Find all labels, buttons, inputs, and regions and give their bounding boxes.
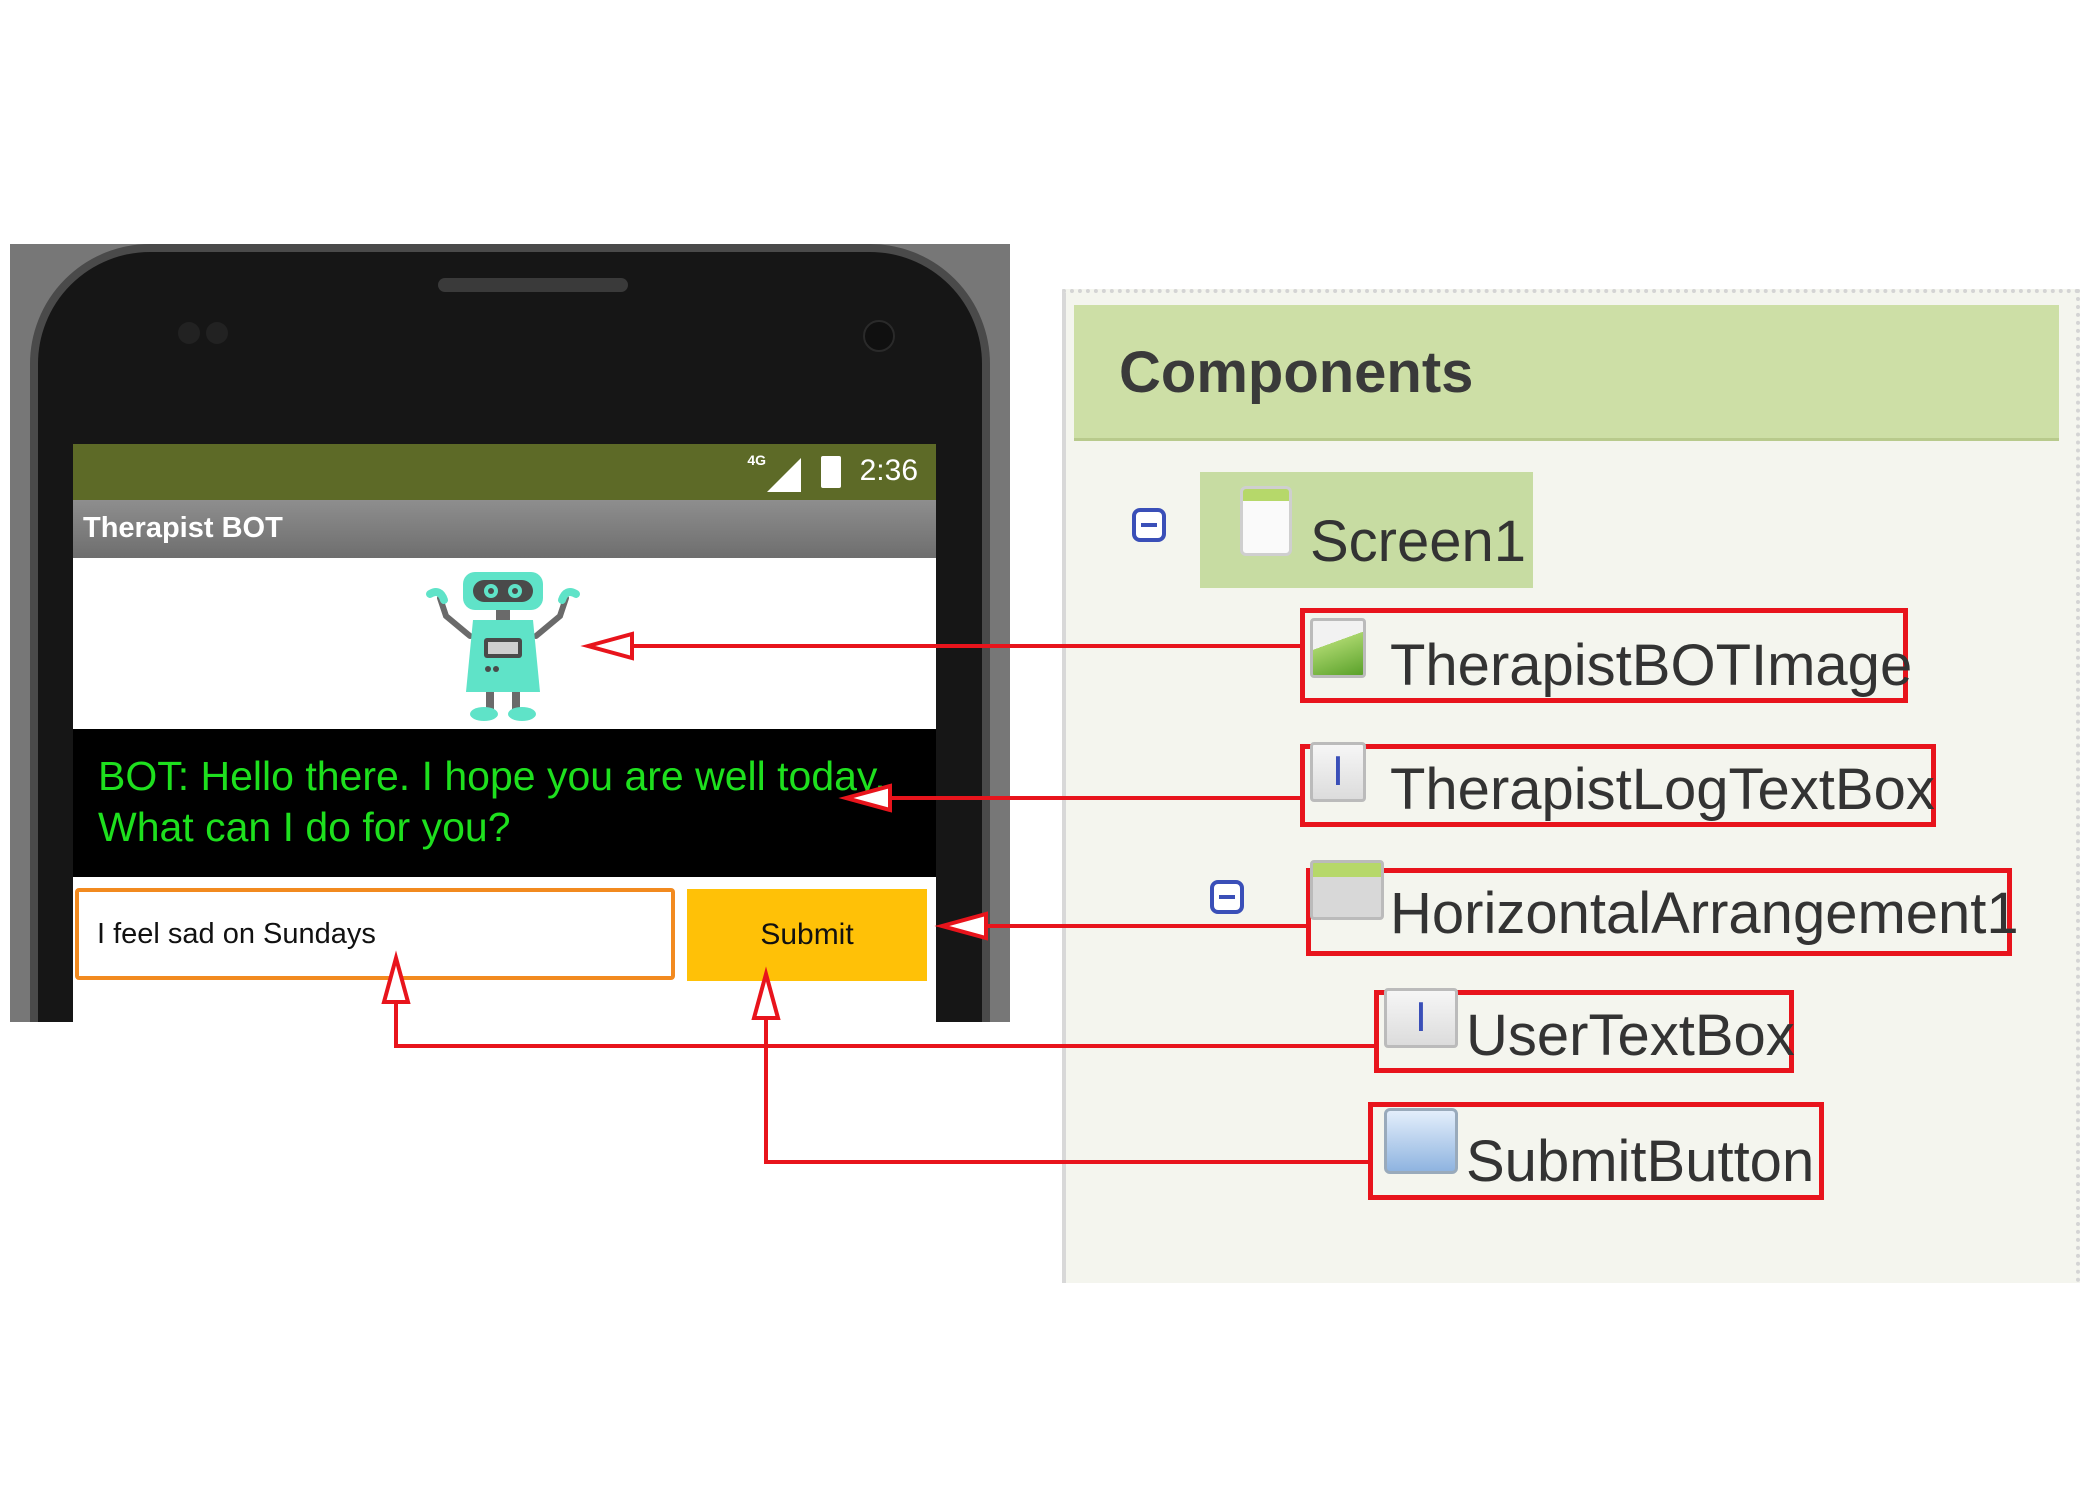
tree-item-label: TherapistBOTImage: [1390, 633, 1913, 698]
collapse-screen1-icon[interactable]: [1132, 508, 1166, 542]
status-time: 2:36: [859, 454, 918, 487]
signal-icon: [767, 458, 801, 492]
network-type-label: 4G: [747, 452, 766, 468]
textbox-icon: I: [1310, 742, 1366, 802]
therapist-bot-image: [73, 558, 936, 729]
bot-message: BOT: Hello there. I hope you are well to…: [98, 753, 886, 850]
image-icon: [1310, 618, 1366, 678]
tree-item-label: Screen1: [1310, 509, 1527, 574]
user-textbox[interactable]: [75, 888, 675, 980]
therapist-log-textbox: BOT: Hello there. I hope you are well to…: [73, 729, 936, 877]
app-title-bar: Therapist BOT: [73, 500, 936, 558]
button-icon: [1384, 1108, 1458, 1174]
tree-item-label: HorizontalArrangement1: [1390, 881, 2019, 946]
robot-icon: [426, 572, 580, 721]
tree-item-label: UserTextBox: [1466, 1003, 1795, 1068]
tree-item-label: TherapistLogTextBox: [1390, 757, 1935, 822]
app-title: Therapist BOT: [83, 512, 283, 544]
horizontal-arrangement-icon: [1310, 860, 1384, 920]
phone-camera-icon: [863, 320, 895, 352]
phone-screen: 4G 2:36 Therapist BOT BOT: Hello there. …: [73, 444, 936, 1022]
screen-icon: [1240, 486, 1292, 556]
submit-button[interactable]: Submit: [687, 889, 927, 981]
phone-sensor-icon: [206, 322, 228, 344]
components-title: Components: [1119, 340, 1474, 405]
status-bar: 4G 2:36: [73, 444, 936, 500]
battery-icon: [821, 456, 841, 488]
components-header: Components: [1074, 305, 2059, 441]
phone-speaker: [438, 278, 628, 292]
phone-mockup: 4G 2:36 Therapist BOT BOT: Hello there. …: [10, 244, 1010, 1022]
phone-sensor-icon: [178, 322, 200, 344]
textbox-icon: I: [1384, 988, 1458, 1048]
tree-item-label: SubmitButton: [1466, 1129, 1815, 1194]
collapse-horizontal-arrangement-icon[interactable]: [1210, 880, 1244, 914]
